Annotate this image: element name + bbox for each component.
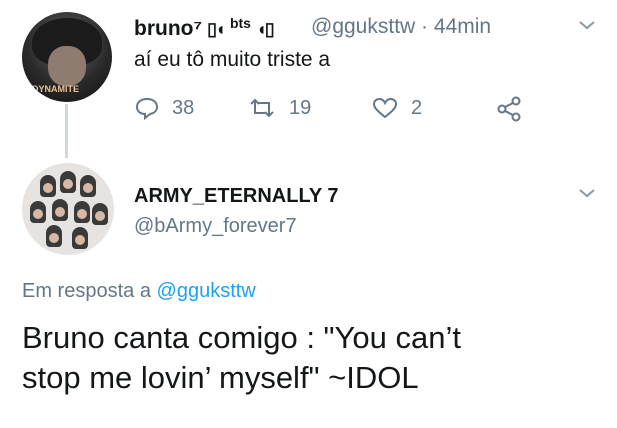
bts-label: bts — [229, 15, 251, 31]
avatar-member — [52, 199, 68, 221]
tweet1-text: aí eu tô muito triste a — [134, 48, 331, 71]
tweet1-avatar[interactable]: DYNAMITE — [22, 12, 112, 102]
avatar-member — [72, 227, 88, 249]
reply-handle-link[interactable]: @gguksttw — [157, 280, 256, 302]
separator: · — [421, 15, 429, 38]
tweet2-handle[interactable]: @bArmy_forever7 — [134, 215, 297, 238]
reply-icon — [135, 97, 159, 120]
tweet1-display-name[interactable]: bruno⁷ ▯◖ bts ◖▯ — [134, 15, 275, 41]
avatar-member — [30, 201, 46, 223]
thread-line — [65, 104, 68, 158]
chevron-down-icon[interactable] — [578, 182, 596, 205]
reply-count: 38 — [172, 96, 195, 119]
tweet2-avatar[interactable] — [22, 163, 114, 255]
retweet-count: 19 — [289, 96, 312, 119]
tweet2-text-line: Bruno canta comigo : "You can’t — [22, 320, 461, 355]
like-count: 2 — [411, 96, 423, 119]
avatar-member — [74, 201, 90, 223]
tweet1-time[interactable]: 44min — [434, 15, 491, 38]
retweet-button[interactable]: 19 — [247, 96, 311, 120]
reply-prefix: Em resposta a — [22, 280, 151, 302]
tweet1-handle[interactable]: @gguksttw — [311, 15, 415, 38]
tweet2-display-name[interactable]: ARMY_ETERNALLY 7 — [134, 185, 339, 208]
like-button[interactable]: 2 — [371, 96, 422, 120]
avatar-member — [40, 175, 56, 197]
avatar-member — [46, 225, 62, 247]
reply-button[interactable]: 38 — [134, 96, 194, 120]
chevron-down-icon[interactable] — [578, 14, 596, 37]
like-icon — [372, 97, 398, 119]
tweet1-handle-time[interactable]: @gguksttw · 44min — [311, 15, 491, 39]
share-button[interactable] — [496, 96, 536, 122]
tweet2-text: Bruno canta comigo : "You can’t stop me … — [22, 318, 607, 398]
retweet-icon — [250, 98, 274, 118]
reply-context: Em resposta a @gguksttw — [22, 280, 256, 303]
tweet2-text-line: stop me lovin’ myself" ~IDOL — [22, 360, 419, 395]
bts-logo-icon: ▯◖ — [207, 19, 226, 39]
avatar-badge: DYNAMITE — [32, 84, 79, 94]
bts-logo-icon: ◖▯ — [255, 19, 275, 39]
avatar-member — [80, 175, 96, 197]
avatar-member — [60, 171, 76, 193]
avatar-member — [92, 203, 108, 225]
avatar-face — [48, 46, 86, 86]
share-icon — [497, 96, 521, 122]
